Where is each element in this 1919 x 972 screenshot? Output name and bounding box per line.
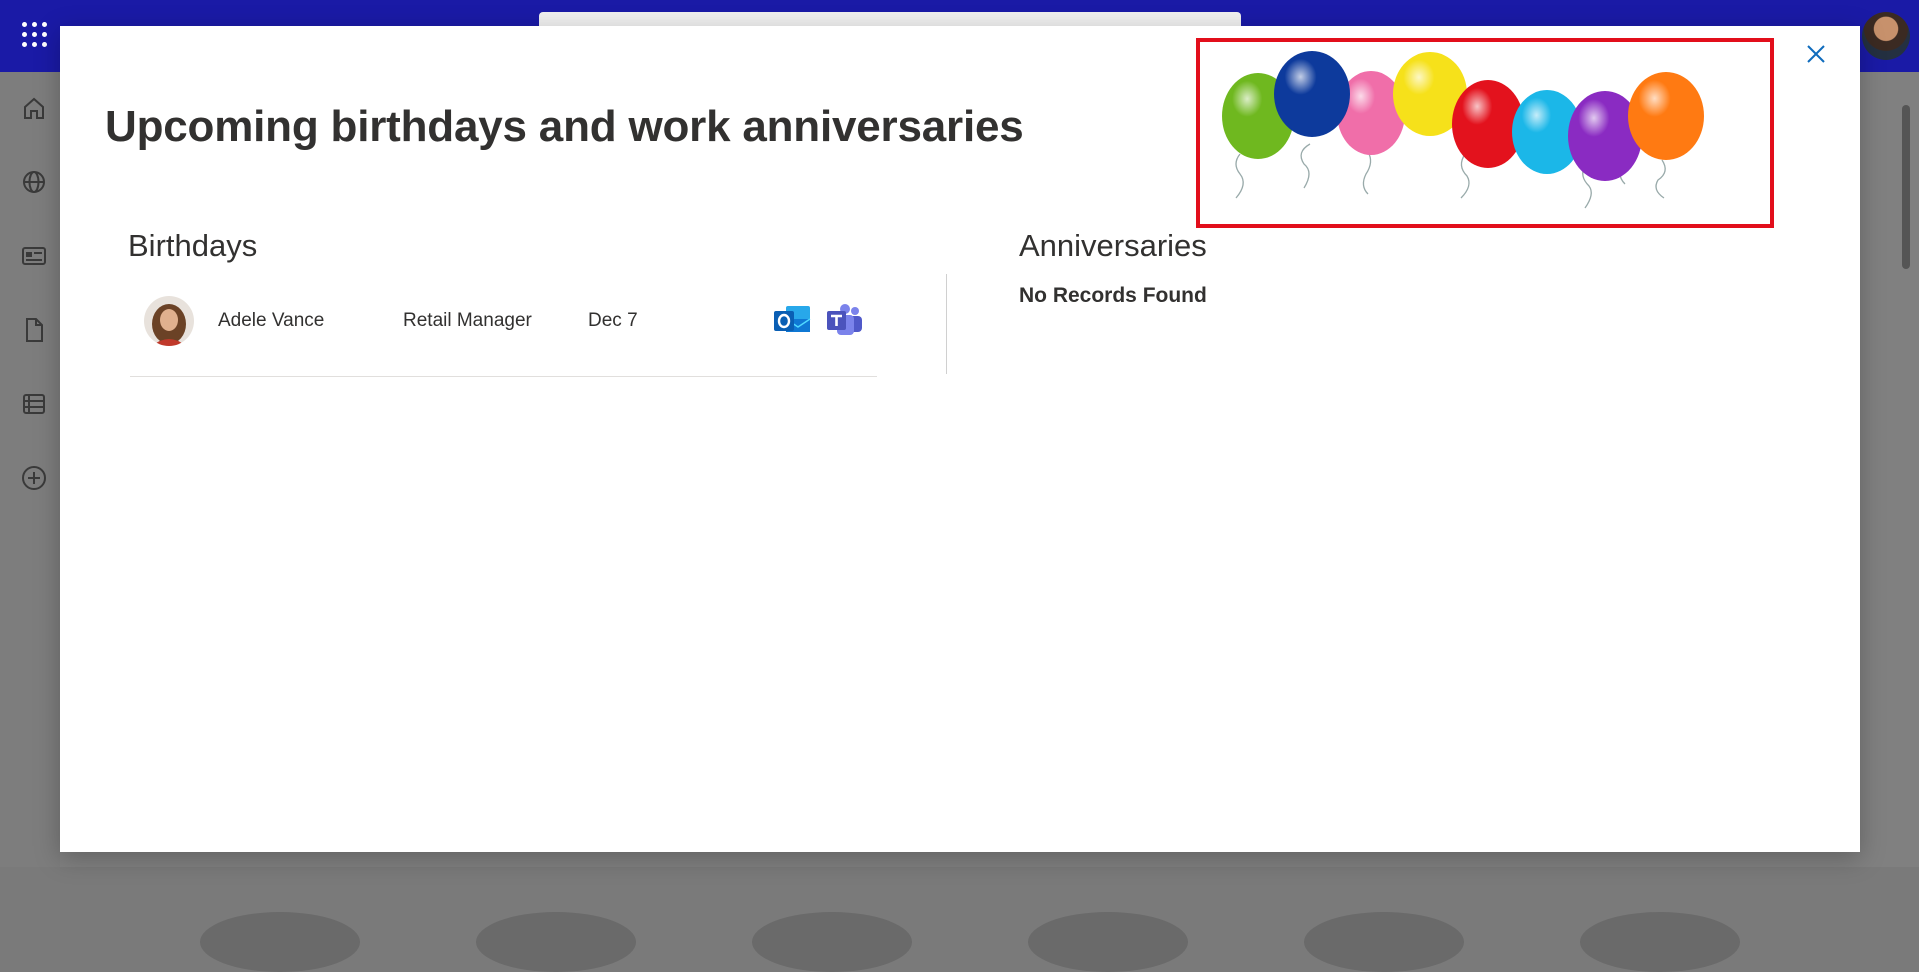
background-card [476, 912, 636, 972]
page-scrollbar[interactable] [1902, 105, 1910, 269]
user-avatar[interactable] [1862, 12, 1910, 60]
dialog-title: Upcoming birthdays and work anniversarie… [105, 102, 1024, 151]
person-name: Adele Vance [218, 310, 325, 331]
outlook-icon[interactable] [772, 300, 812, 340]
home-icon[interactable] [20, 94, 48, 122]
section-divider [946, 274, 947, 374]
background-card [752, 912, 912, 972]
no-records-message: No Records Found [1019, 284, 1207, 307]
background-card [1028, 912, 1188, 972]
globe-icon[interactable] [20, 168, 48, 196]
job-title: Retail Manager [403, 310, 532, 331]
list-icon[interactable] [20, 390, 48, 418]
balloons-image [1222, 51, 1704, 209]
birthday-date: Dec 7 [588, 310, 638, 331]
app-launcher-icon[interactable] [22, 22, 48, 48]
background-card [200, 912, 360, 972]
close-icon[interactable] [1798, 36, 1834, 72]
teams-icon[interactable] [824, 300, 864, 340]
close-button[interactable] [1798, 36, 1834, 72]
left-rail [0, 72, 60, 867]
birthday-row: Adele Vance Retail Manager Dec 7 [130, 296, 877, 377]
balloons-banner [1196, 38, 1774, 228]
avatar [144, 296, 194, 346]
document-icon[interactable] [20, 316, 48, 344]
birthdays-heading: Birthdays [128, 228, 258, 263]
celebrations-dialog: Upcoming birthdays and work anniversarie… [60, 26, 1860, 852]
anniversaries-heading: Anniversaries [1019, 228, 1207, 263]
background-card [1580, 912, 1740, 972]
add-icon[interactable] [20, 464, 48, 492]
news-icon[interactable] [20, 242, 48, 270]
background-card [1304, 912, 1464, 972]
